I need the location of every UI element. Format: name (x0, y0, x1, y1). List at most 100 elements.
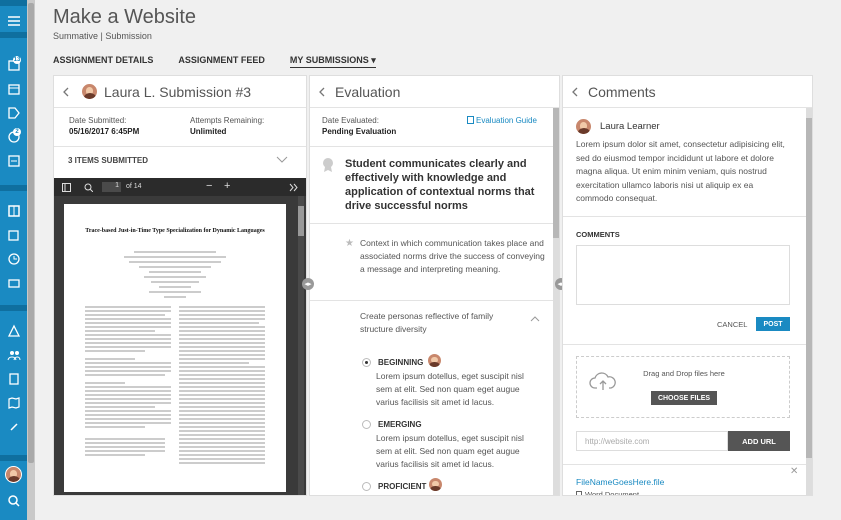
search-icon[interactable] (6, 494, 21, 508)
document-icon (467, 116, 474, 124)
avatar[interactable] (5, 466, 22, 483)
comment-author: Laura Learner (600, 121, 660, 132)
evaluation-panel: Evaluation Date Evaluated: Pending Evalu… (309, 75, 560, 496)
page-subtitle: Summative | Submission (53, 31, 152, 41)
date-submitted-value: 05/16/2017 6:45PM (69, 127, 140, 136)
radio-beginning[interactable] (362, 358, 371, 367)
people-icon[interactable] (6, 348, 21, 362)
dropzone[interactable]: Drag and Drop files here CHOOSE FILES (576, 356, 790, 418)
pdf-viewer[interactable]: Trace-based Just-in-Time Type Specializa… (54, 196, 306, 495)
divider (310, 300, 553, 301)
evaluation-scrollbar[interactable] (553, 108, 559, 495)
divider (310, 146, 553, 147)
evaluation-guide-link[interactable]: Evaluation Guide (476, 116, 537, 125)
warning-icon[interactable] (6, 324, 21, 338)
cancel-button[interactable]: CANCEL (717, 320, 747, 329)
avatar (576, 119, 591, 134)
comments-section-label: COMMENTS (576, 230, 620, 239)
avatar (428, 354, 441, 367)
layers-icon[interactable] (6, 228, 21, 242)
book-icon[interactable] (6, 204, 21, 218)
criterion-text: Context in which communication takes pla… (360, 238, 545, 274)
wallet-icon[interactable] (6, 276, 21, 290)
divider (54, 146, 306, 147)
date-evaluated-label: Date Evaluated: (322, 116, 379, 125)
resize-handle[interactable]: ◂▸ (302, 278, 314, 290)
radio-proficient[interactable] (362, 482, 371, 491)
nav-divider (0, 455, 27, 461)
pdf-toolbar: 1 of 14 − + (54, 178, 306, 196)
tab-assignment-details[interactable]: ASSIGNMENT DETAILS (53, 55, 153, 68)
star-icon: ★ (345, 238, 354, 249)
chevron-down-icon[interactable] (276, 156, 288, 164)
post-button[interactable]: POST (756, 317, 790, 331)
search-icon[interactable] (84, 183, 93, 192)
history-icon[interactable] (6, 252, 21, 266)
items-submitted-label: 3 ITEMS SUBMITTED (68, 156, 149, 165)
nav-divider (0, 32, 27, 38)
file-type: Word Document (585, 490, 640, 496)
building-icon[interactable] (6, 372, 21, 386)
submission-panel: Laura L. Submission #3 Date Submitted: 0… (53, 75, 307, 496)
tab-bar: ASSIGNMENT DETAILS ASSIGNMENT FEED MY SU… (53, 55, 376, 68)
scrollbar-thumb[interactable] (806, 118, 812, 458)
calendar-icon[interactable] (6, 82, 21, 96)
map-icon[interactable] (6, 396, 21, 410)
level-description: Lorem ipsum dotellus, eget suscipit nisl… (376, 433, 524, 469)
tab-my-submissions[interactable]: MY SUBMISSIONS ▾ (289, 55, 376, 68)
page-title: Make a Website (53, 6, 197, 28)
notification-badge: 2 (13, 128, 21, 136)
zoom-in-button[interactable]: + (224, 180, 230, 192)
divider (310, 223, 553, 224)
back-icon[interactable] (318, 87, 327, 97)
attempts-label: Attempts Remaining: (190, 116, 265, 125)
comment-textarea[interactable] (576, 245, 790, 305)
outcome-text: Student communicates clearly and effecti… (345, 158, 535, 212)
date-submitted-label: Date Submitted: (69, 116, 127, 125)
date-evaluated-value: Pending Evaluation (322, 127, 397, 136)
back-icon[interactable] (571, 87, 580, 97)
menu-icon[interactable] (6, 14, 21, 28)
close-icon[interactable]: ✕ (790, 466, 798, 477)
panel-header: Laura L. Submission #3 (54, 76, 306, 108)
evaluation-title: Evaluation (335, 84, 401, 100)
nav-divider (0, 0, 27, 6)
grades-icon[interactable] (6, 154, 21, 168)
choose-files-button[interactable]: CHOOSE FILES (651, 391, 717, 405)
url-input[interactable]: http://website.com (576, 431, 728, 451)
add-url-button[interactable]: ADD URL (728, 431, 790, 451)
pdf-body-text (85, 251, 265, 464)
divider (563, 216, 806, 217)
scrollbar-thumb[interactable] (553, 108, 559, 238)
page-number-input[interactable]: 1 (102, 182, 121, 192)
avatar-image (6, 467, 21, 482)
chevron-up-icon[interactable] (530, 316, 540, 322)
scrollbar-thumb[interactable] (28, 3, 34, 463)
tab-assignment-feed[interactable]: ASSIGNMENT FEED (178, 55, 265, 68)
pdf-scrollbar[interactable] (298, 196, 304, 495)
zoom-out-button[interactable]: − (206, 180, 212, 192)
tag-icon[interactable] (6, 106, 21, 120)
award-icon (323, 158, 333, 172)
radio-emerging[interactable] (362, 420, 371, 429)
back-icon[interactable] (62, 87, 71, 97)
subcriterion-text: Create personas reflective of family str… (360, 311, 494, 334)
panel-header: Comments (563, 76, 812, 108)
level-description: Lorem ipsum dotellus, eget suscipit nisl… (376, 371, 524, 407)
submission-title: Laura L. Submission #3 (104, 84, 252, 100)
comments-panel: Comments Laura Learner Lorem ipsum dolor… (562, 75, 813, 496)
file-link[interactable]: FileNameGoesHere.file (576, 477, 664, 487)
level-name: BEGINNING (378, 358, 424, 367)
comments-scrollbar[interactable] (806, 108, 812, 495)
panel-header: Evaluation (310, 76, 559, 108)
double-chevron-right-icon[interactable] (289, 183, 299, 192)
divider (563, 464, 806, 465)
avatar (429, 478, 442, 491)
scrollbar-thumb[interactable] (298, 206, 304, 236)
left-nav: 13 2 (0, 0, 27, 520)
link-icon[interactable] (6, 420, 21, 434)
sidebar-toggle-icon[interactable] (62, 183, 71, 192)
page-scrollbar[interactable] (27, 0, 35, 520)
level-name: EMERGING (378, 420, 422, 429)
comments-title: Comments (588, 84, 656, 100)
